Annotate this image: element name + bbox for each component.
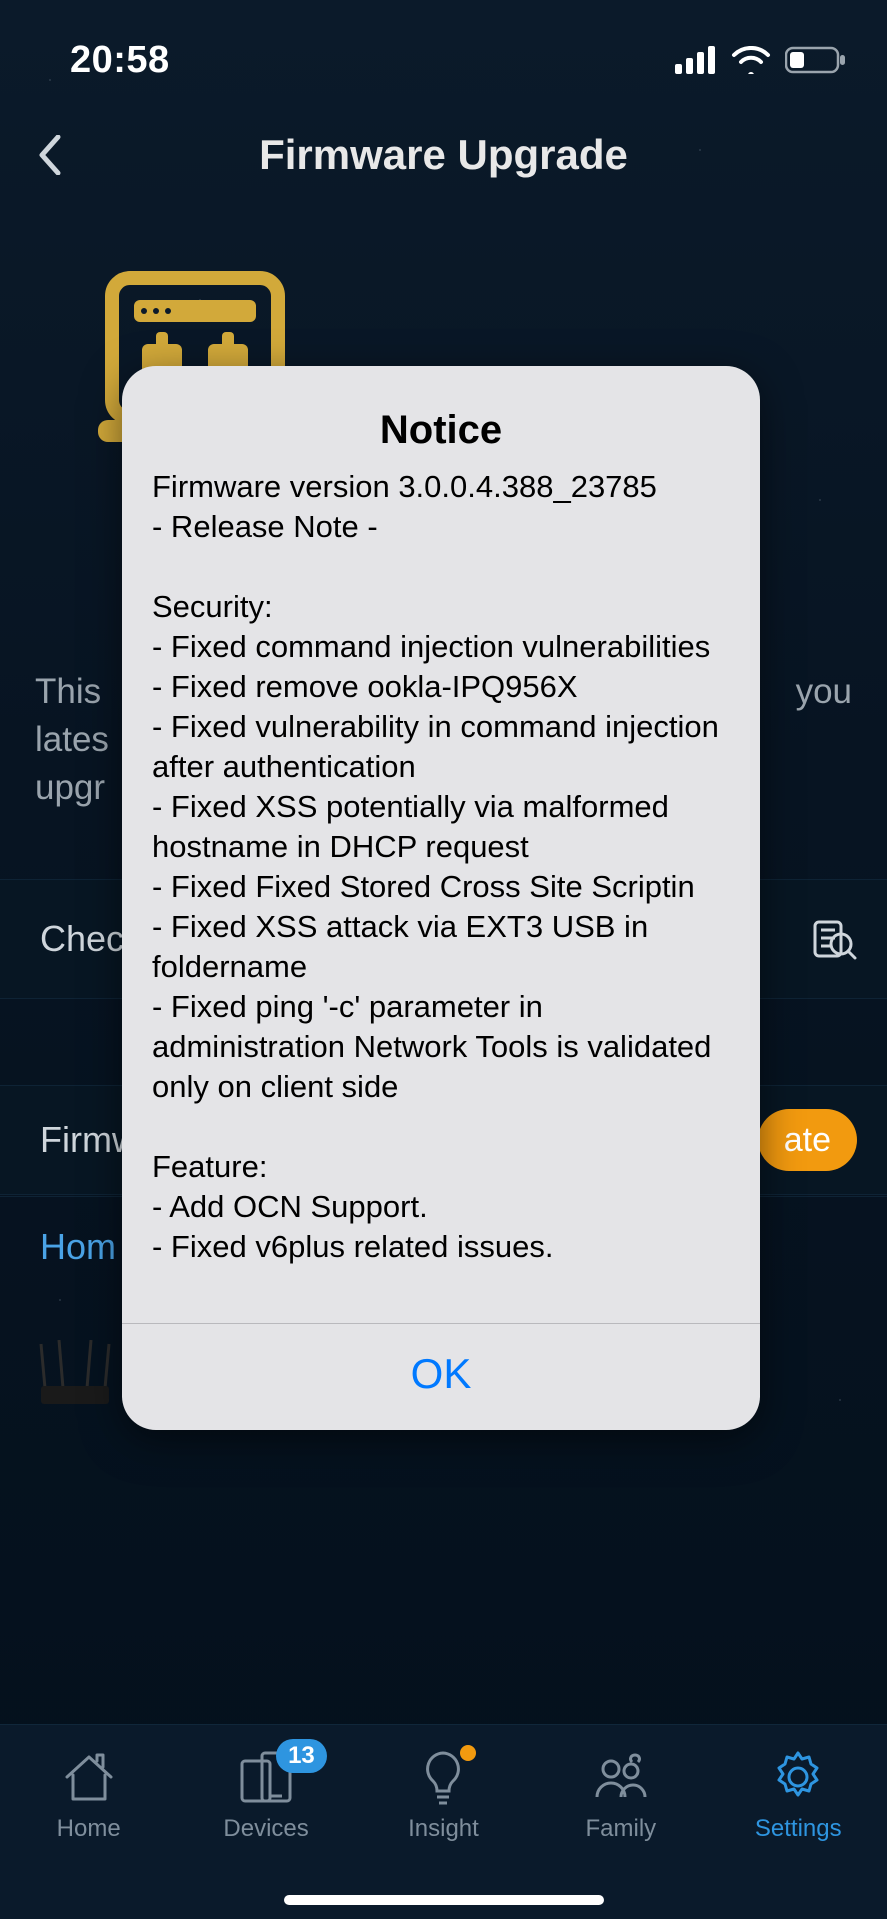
notice-body: Firmware version 3.0.0.4.388_23785 - Rel… [122, 467, 760, 1323]
notice-dialog: Notice Firmware version 3.0.0.4.388_2378… [122, 366, 760, 1430]
notice-title: Notice [122, 366, 760, 467]
modal-overlay: Notice Firmware version 3.0.0.4.388_2378… [0, 0, 887, 1919]
ok-button[interactable]: OK [122, 1324, 760, 1430]
